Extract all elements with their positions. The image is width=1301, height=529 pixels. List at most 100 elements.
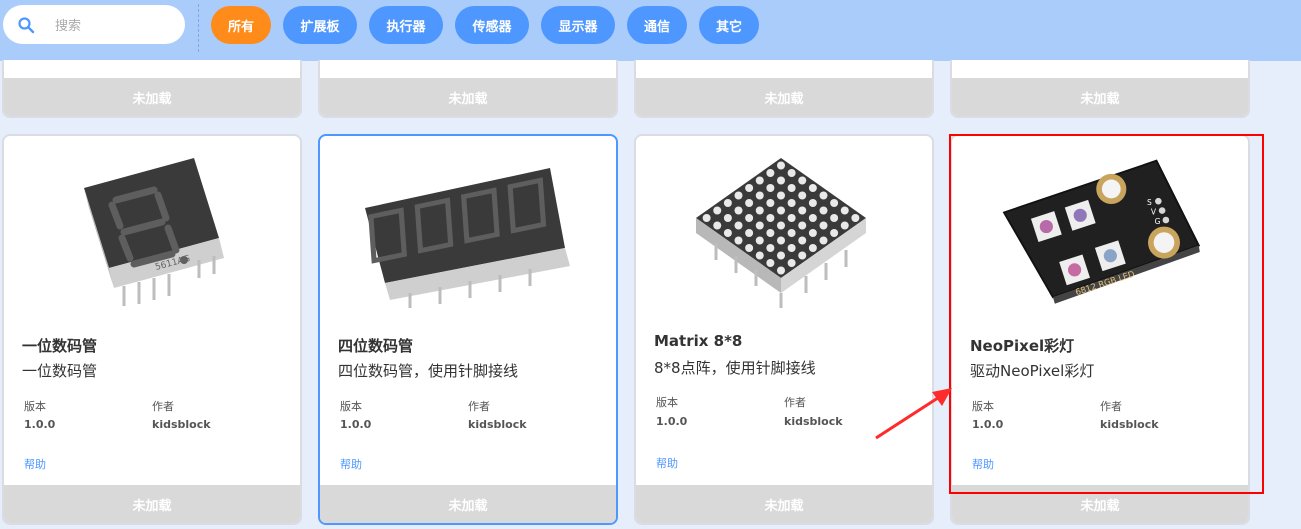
matrix-led-dot: [766, 184, 775, 192]
load-status-button[interactable]: 未加载: [4, 485, 300, 523]
help-link[interactable]: 帮助: [972, 456, 994, 472]
matrix-led-dot: [819, 206, 828, 215]
load-status-button[interactable]: 未加载: [636, 78, 932, 116]
matrix-led-dot: [766, 259, 775, 267]
matrix-led-dot: [830, 229, 839, 237]
extension-card[interactable]: 未加载: [318, 60, 618, 118]
card-title: Matrix 8*8: [654, 332, 743, 350]
matrix-led-dot: [777, 236, 785, 245]
matrix-led-dot: [777, 206, 785, 215]
extension-card[interactable]: 未加载: [950, 60, 1250, 118]
extension-card[interactable]: 未加载: [2, 60, 302, 118]
matrix-led-dot: [798, 236, 807, 245]
matrix-led-dot: [808, 184, 817, 192]
matrix-led-dot: [798, 206, 807, 215]
matrix-led-dot: [723, 199, 732, 207]
matrix-led-dot: [819, 221, 828, 230]
search-box[interactable]: [3, 5, 185, 44]
matrix-led-dot: [808, 244, 817, 252]
extension-card-single-digit-display[interactable]: 5611AG 一位数码管 一位数码管 版本 作者 1.0.0 kidsblock…: [2, 134, 302, 525]
matrix-led-dot: [787, 244, 796, 252]
filter-display-button[interactable]: 显示器: [541, 6, 615, 44]
matrix-led-dot: [745, 244, 754, 252]
card-title: 四位数码管: [338, 337, 414, 355]
matrix-led-dot: [734, 221, 743, 230]
matrix-led-dot: [777, 191, 785, 200]
load-status-button[interactable]: 未加载: [320, 485, 616, 523]
matrix-led-dot: [787, 184, 796, 192]
help-link[interactable]: 帮助: [24, 456, 46, 472]
matrix-led-dot: [851, 214, 860, 222]
author-label: 作者: [784, 396, 806, 409]
help-link[interactable]: 帮助: [340, 456, 362, 472]
extension-card-four-digit-display[interactable]: 四位数码管 四位数码管，使用针脚接线 版本 作者 1.0.0 kidsblock…: [318, 134, 618, 525]
matrix-led-dot: [734, 206, 743, 215]
extension-card-neopixel[interactable]: S V G 6812 RGB LED NeoPixel彩灯 驱动NeoPixel…: [950, 134, 1250, 525]
card-title: 一位数码管: [22, 337, 98, 355]
load-status-button[interactable]: 未加载: [952, 485, 1248, 523]
matrix-led-dot: [777, 251, 785, 260]
version-label: 版本: [972, 400, 994, 413]
matrix-led-dot: [745, 199, 754, 207]
matrix-led-dot: [766, 199, 775, 207]
matrix-led-dot: [713, 206, 722, 215]
matrix-led-dot: [798, 221, 807, 230]
pin-label-s: S: [1147, 198, 1152, 207]
matrix-led-dot: [777, 161, 785, 170]
led-matrix-image: [696, 158, 866, 308]
filter-sensor-button[interactable]: 传感器: [455, 6, 529, 44]
category-filter-bar: 所有 扩展板 执行器 传感器 显示器 通信 其它: [0, 0, 1301, 61]
matrix-led-dot: [787, 214, 796, 222]
author-value: kidsblock: [784, 415, 843, 428]
matrix-led-dot: [734, 191, 743, 200]
search-input[interactable]: [53, 14, 177, 38]
matrix-led-dot: [798, 176, 807, 185]
matrix-led-dot: [766, 244, 775, 252]
filter-actuator-button[interactable]: 执行器: [369, 6, 443, 44]
matrix-led-dot: [734, 236, 743, 245]
matrix-led-dot: [798, 191, 807, 200]
matrix-led-dot: [766, 169, 775, 177]
matrix-led-dot: [755, 236, 764, 245]
matrix-led-dot: [819, 191, 828, 200]
matrix-led-dot: [808, 199, 817, 207]
extension-card-matrix-8x8[interactable]: Matrix 8*8 8*8点阵，使用针脚接线 版本 作者 1.0.0 kids…: [634, 134, 934, 525]
load-status-button[interactable]: 未加载: [4, 78, 300, 116]
card-description: 四位数码管，使用针脚接线: [338, 362, 519, 380]
version-value: 1.0.0: [972, 418, 1004, 431]
filter-all-button[interactable]: 所有: [211, 6, 271, 44]
load-status-button[interactable]: 未加载: [952, 78, 1248, 116]
author-label: 作者: [1100, 400, 1122, 413]
matrix-led-dot: [755, 206, 764, 215]
load-status-button[interactable]: 未加载: [636, 485, 932, 523]
help-link[interactable]: 帮助: [656, 455, 678, 471]
pin-label-v: V: [1151, 207, 1157, 216]
matrix-led-dot: [702, 214, 711, 222]
matrix-led-dot: [787, 199, 796, 207]
annotation-arrow-icon: [875, 388, 952, 440]
seven-segment-display-image: 5611AG: [84, 158, 224, 306]
pin-label-g: G: [1155, 217, 1161, 226]
matrix-led-dot: [798, 251, 807, 260]
matrix-led-dot: [723, 229, 732, 237]
matrix-led-dot: [840, 221, 849, 230]
matrix-led-dot: [755, 191, 764, 200]
card-title: NeoPixel彩灯: [970, 337, 1075, 355]
extension-card[interactable]: 未加载: [634, 60, 934, 118]
filter-communication-button[interactable]: 通信: [627, 6, 687, 44]
load-status-button[interactable]: 未加载: [320, 78, 616, 116]
filter-expansion-board-button[interactable]: 扩展板: [283, 6, 357, 44]
card-description: 一位数码管: [22, 362, 98, 380]
author-label: 作者: [468, 400, 490, 413]
matrix-led-dot: [755, 221, 764, 230]
author-label: 作者: [152, 400, 174, 413]
version-label: 版本: [340, 400, 362, 413]
matrix-led-dot: [787, 229, 796, 237]
filter-other-button[interactable]: 其它: [699, 6, 759, 44]
version-value: 1.0.0: [24, 418, 56, 431]
matrix-led-dot: [755, 251, 764, 260]
divider: [198, 4, 199, 52]
matrix-led-dot: [777, 266, 785, 275]
matrix-led-dot: [787, 169, 796, 177]
matrix-led-dot: [745, 229, 754, 237]
